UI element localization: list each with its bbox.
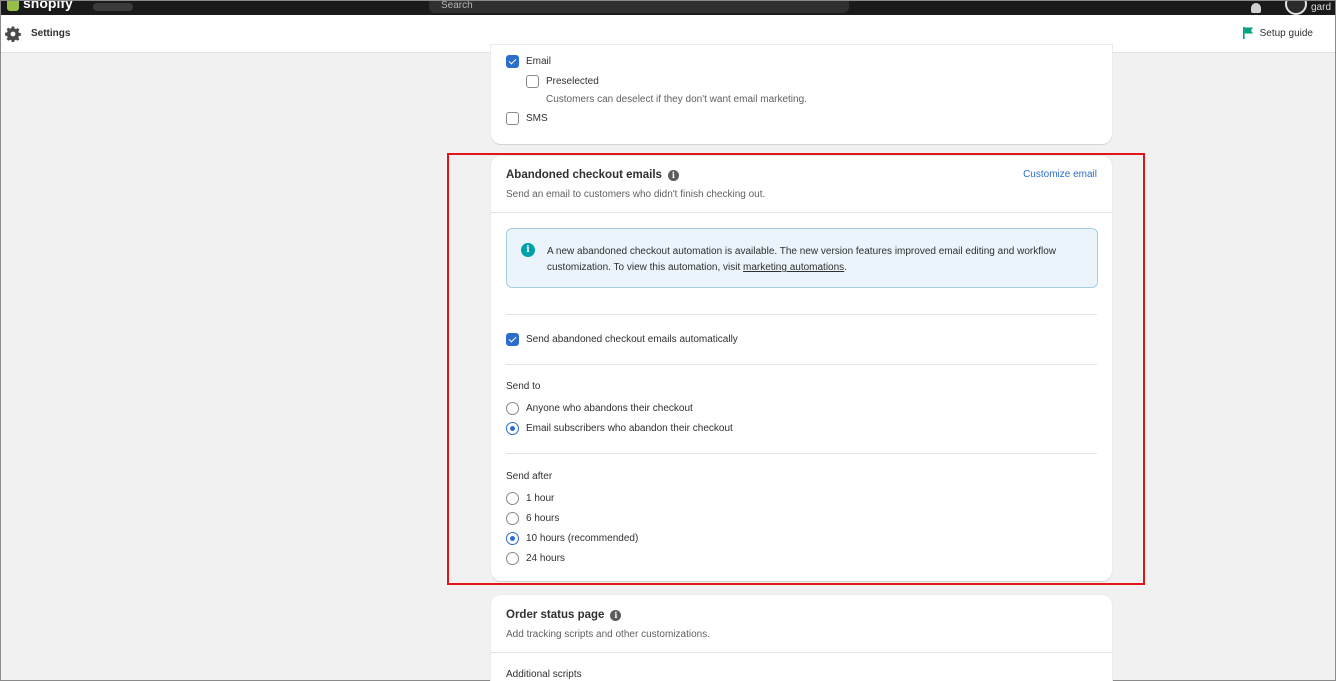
send-after-option-1h[interactable]: 1 hour	[506, 492, 554, 505]
store-badge	[93, 3, 133, 11]
radio-button[interactable]	[506, 492, 519, 505]
shopify-logo-icon[interactable]	[7, 1, 19, 11]
send-to-option-anyone[interactable]: Anyone who abandons their checkout	[506, 402, 693, 415]
email-option[interactable]: Email	[506, 55, 551, 68]
order-status-card: Order status page i Add tracking scripts…	[491, 595, 1112, 681]
radio-button[interactable]	[506, 512, 519, 525]
divider	[506, 364, 1097, 365]
send-after-option-label: 10 hours (recommended)	[526, 533, 639, 544]
notification-bell-icon[interactable]	[1251, 3, 1261, 13]
divider	[491, 212, 1112, 213]
marketing-automations-link[interactable]: marketing automations	[743, 262, 844, 273]
shopify-logo-text[interactable]: shopify	[23, 1, 73, 11]
send-to-option-label: Email subscribers who abandon their chec…	[526, 423, 733, 434]
email-checkbox[interactable]	[506, 55, 519, 68]
sms-option[interactable]: SMS	[506, 112, 548, 125]
info-circle-icon: i	[521, 243, 535, 257]
banner-text: A new abandoned checkout automation is a…	[547, 244, 1087, 276]
send-after-option-24h[interactable]: 24 hours	[506, 552, 565, 565]
email-label: Email	[526, 56, 552, 67]
send-after-label: Send after	[506, 471, 553, 482]
sms-checkbox[interactable]	[506, 112, 519, 125]
additional-scripts-label: Additional scripts	[506, 669, 582, 680]
send-after-option-6h[interactable]: 6 hours	[506, 512, 559, 525]
setup-guide-button[interactable]: Setup guide	[1242, 27, 1313, 39]
abandoned-checkout-title-text: Abandoned checkout emails	[506, 169, 662, 181]
send-to-option-subscribers[interactable]: Email subscribers who abandon their chec…	[506, 422, 733, 435]
divider	[491, 652, 1112, 653]
setup-guide-label: Setup guide	[1259, 27, 1313, 39]
info-icon[interactable]: i	[610, 609, 622, 621]
flag-icon	[1242, 27, 1253, 39]
customize-email-link[interactable]: Customize email	[1023, 169, 1097, 180]
auto-send-option[interactable]: Send abandoned checkout emails automatic…	[506, 333, 738, 346]
preselected-checkbox[interactable]	[526, 75, 539, 88]
marketing-consent-card: Email Preselected Customers can deselect…	[491, 45, 1112, 144]
order-status-title: Order status page i	[506, 609, 622, 621]
order-status-subtitle: Add tracking scripts and other customiza…	[506, 629, 710, 640]
preselected-option[interactable]: Preselected	[526, 75, 599, 88]
radio-button[interactable]	[506, 422, 519, 435]
top-nav-bar: shopify Search gard	[1, 1, 1335, 15]
send-after-option-10h[interactable]: 10 hours (recommended)	[506, 532, 638, 545]
auto-send-checkbox[interactable]	[506, 333, 519, 346]
preselected-help-text: Customers can deselect if they don't wan…	[546, 94, 807, 105]
gear-icon	[5, 26, 21, 42]
divider	[506, 453, 1097, 454]
send-to-option-label: Anyone who abandons their checkout	[526, 403, 693, 414]
preselected-label: Preselected	[546, 76, 599, 87]
abandoned-checkout-title: Abandoned checkout emails i	[506, 169, 679, 181]
sms-label: SMS	[526, 113, 548, 124]
auto-send-label: Send abandoned checkout emails automatic…	[526, 334, 738, 345]
divider	[506, 314, 1097, 315]
page-title: Settings	[31, 28, 71, 39]
send-to-label: Send to	[506, 381, 541, 392]
abandoned-checkout-subtitle: Send an email to customers who didn't fi…	[506, 189, 766, 200]
abandoned-checkout-card: Abandoned checkout emails i Customize em…	[491, 156, 1112, 581]
account-name[interactable]: gard	[1311, 2, 1331, 13]
radio-button[interactable]	[506, 402, 519, 415]
send-after-option-label: 6 hours	[526, 513, 560, 524]
avatar[interactable]	[1285, 1, 1307, 15]
radio-button[interactable]	[506, 552, 519, 565]
search-input[interactable]: Search	[429, 1, 849, 13]
info-icon[interactable]: i	[667, 169, 679, 181]
automation-info-banner: i A new abandoned checkout automation is…	[506, 228, 1098, 288]
banner-end: .	[844, 262, 847, 273]
send-after-option-label: 1 hour	[526, 493, 555, 504]
order-status-title-text: Order status page	[506, 609, 605, 621]
radio-button[interactable]	[506, 532, 519, 545]
send-after-option-label: 24 hours	[526, 553, 565, 564]
